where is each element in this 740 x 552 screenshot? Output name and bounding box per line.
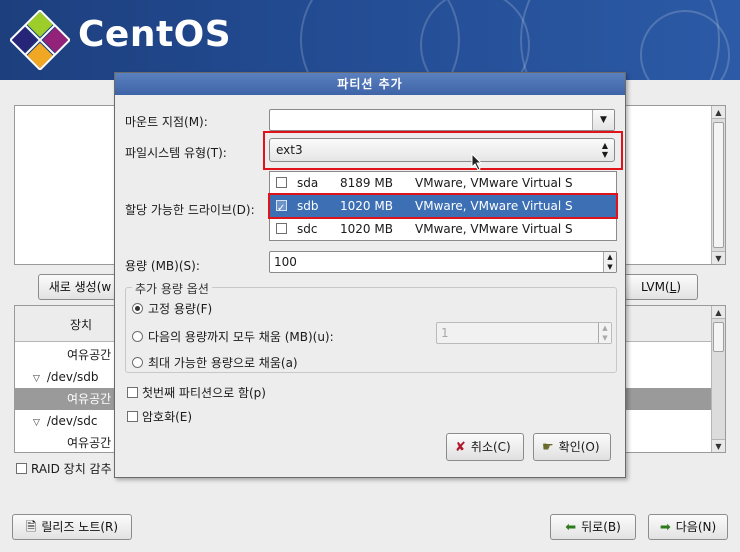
centos-logo-icon (10, 10, 70, 70)
vertical-scrollbar[interactable]: ▲ ▼ (711, 106, 725, 264)
fill-upto-spinbox: 1 ▲ ▼ (436, 322, 612, 344)
drive-row-sda[interactable]: sda 8189 MB VMware, VMware Virtual S (270, 172, 616, 194)
updown-arrows-icon: ▲ ▼ (601, 141, 608, 159)
drive-list[interactable]: sda 8189 MB VMware, VMware Virtual S sdb… (269, 171, 617, 241)
filesystem-type-label: 파일시스템 유형(T): (125, 146, 227, 160)
banner-swirl (420, 0, 530, 80)
next-button[interactable]: ➡ 다음(N) (648, 514, 728, 540)
ok-button[interactable]: ☛ 확인(O) (533, 433, 611, 461)
filesystem-type-select[interactable]: ext3 ▲ ▼ (269, 138, 615, 162)
drive-row-sdc[interactable]: sdc 1020 MB VMware, VMware Virtual S (270, 218, 616, 240)
lvm-label: LVM( (641, 280, 670, 294)
release-notes-button[interactable]: 🗎 릴리즈 노트(R) (12, 514, 132, 540)
radio-button[interactable] (132, 331, 143, 342)
expand-triangle-icon[interactable]: ▽ (33, 412, 43, 434)
checkbox-box[interactable] (127, 387, 138, 398)
spin-arrows-icon: ▲ ▼ (598, 323, 611, 343)
checkbox-box[interactable] (127, 411, 138, 422)
lvm-key: L (669, 280, 677, 294)
expand-triangle-icon[interactable]: ▽ (33, 368, 43, 390)
primary-partition-checkbox[interactable]: 첫번째 파티션으로 함(p) (127, 384, 266, 401)
mount-point-label: 마운트 지점(M): (125, 115, 208, 129)
cancel-x-icon: ✘ (455, 440, 466, 455)
scroll-thumb[interactable] (713, 122, 724, 248)
create-button[interactable]: 새로 생성(w (38, 274, 122, 300)
spin-arrows-icon[interactable]: ▲ ▼ (603, 252, 616, 272)
radio-button[interactable] (132, 357, 143, 368)
scroll-down-icon[interactable]: ▼ (712, 251, 725, 264)
size-value[interactable]: 100 (274, 255, 297, 269)
brand-name: CentOS (78, 14, 232, 55)
back-button[interactable]: ⬅ 뒤로(B) (550, 514, 636, 540)
centos-banner: CentOS (0, 0, 740, 80)
radio-fill-upto[interactable]: 다음의 용량까지 모두 채움 (MB)(u): (132, 328, 334, 345)
cancel-button[interactable]: ✘ 취소(C) (446, 433, 524, 461)
size-label: 용량 (MB)(S): (125, 259, 200, 273)
raid-hide-checkbox[interactable]: RAID 장치 감추 (16, 460, 112, 477)
drives-label: 할당 가능한 드라이브(D): (125, 203, 255, 217)
vertical-scrollbar[interactable]: ▲ ▼ (711, 306, 725, 452)
radio-button-selected[interactable] (132, 303, 143, 314)
add-partition-dialog: 파티션 추가 마운트 지점(M): ▼ 파일시스템 유형(T): ext3 ▲ ▼… (114, 72, 626, 478)
drive-checkbox-checked[interactable] (276, 198, 287, 220)
drive-checkbox[interactable] (276, 223, 287, 234)
drive-checkbox[interactable] (276, 177, 287, 188)
scroll-up-icon[interactable]: ▲ (712, 306, 725, 319)
radio-fixed-size[interactable]: 고정 용량(F) (132, 300, 212, 317)
radio-fill-max[interactable]: 최대 가능한 용량으로 채움(a) (132, 354, 298, 371)
mount-point-combobox[interactable]: ▼ (269, 109, 615, 131)
size-spinbox[interactable]: 100 ▲ ▼ (269, 251, 617, 273)
checkbox-box[interactable] (16, 463, 27, 474)
chevron-down-icon[interactable]: ▼ (592, 110, 614, 130)
lvm-button[interactable]: LVM(L) (624, 274, 698, 300)
mouse-cursor-icon (471, 153, 483, 171)
scroll-thumb[interactable] (713, 322, 724, 352)
scroll-up-icon[interactable]: ▲ (712, 106, 725, 119)
drive-row-sdb[interactable]: sdb 1020 MB VMware, VMware Virtual S (270, 195, 616, 220)
filesystem-type-value: ext3 (276, 143, 303, 157)
arrow-right-icon: ➡ (659, 520, 671, 535)
document-icon: 🗎 (25, 520, 37, 535)
encrypt-checkbox[interactable]: 암호화(E) (127, 408, 192, 425)
additional-size-options: 추가 용량 옵션 고정 용량(F) 다음의 용량까지 모두 채움 (MB)(u)… (125, 280, 617, 373)
scroll-down-icon[interactable]: ▼ (712, 439, 725, 452)
arrow-left-icon: ⬅ (565, 520, 577, 535)
group-title: 추가 용량 옵션 (132, 280, 212, 297)
dialog-title: 파티션 추가 (115, 73, 625, 95)
ok-hand-icon: ☛ (542, 440, 554, 455)
